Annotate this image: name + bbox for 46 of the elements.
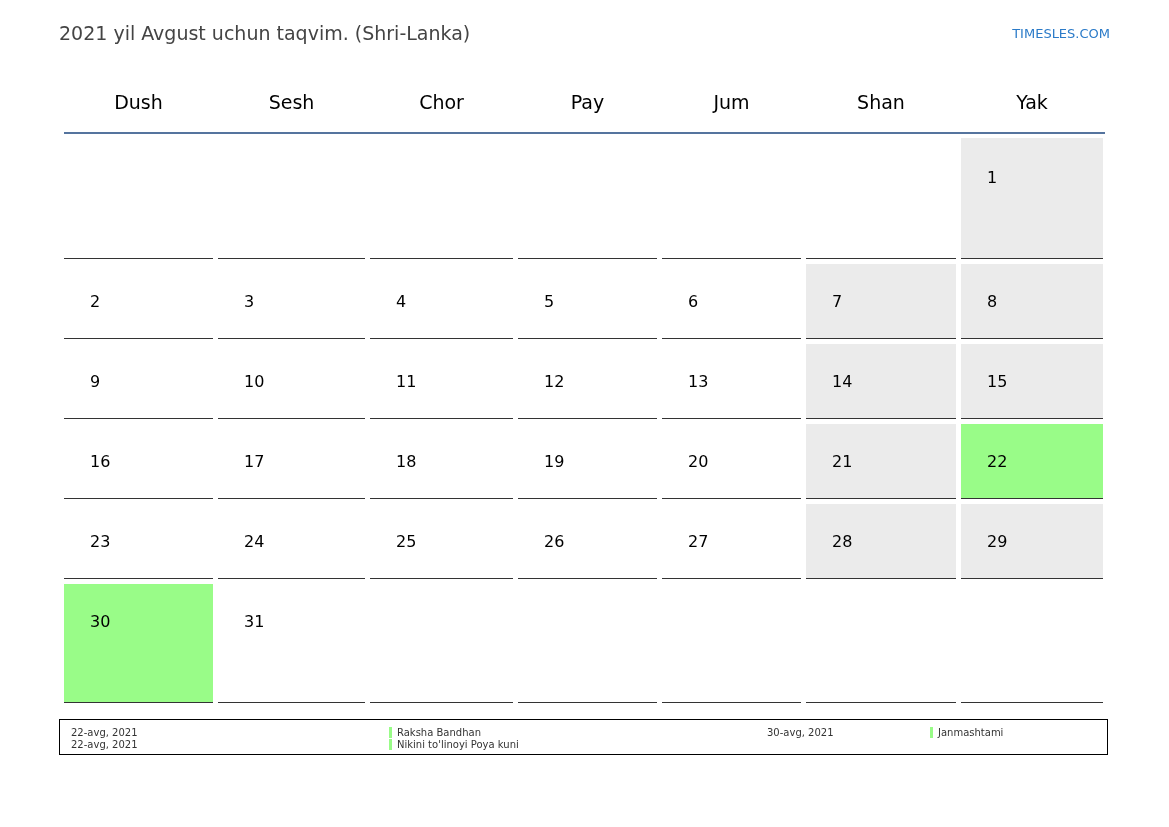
- holiday-date: 22-avg, 2021: [71, 727, 139, 738]
- day-number: 16: [90, 452, 111, 471]
- holiday-date: 30-avg, 2021: [767, 727, 835, 738]
- day-number: 31: [244, 612, 265, 631]
- day-number: 12: [544, 372, 565, 391]
- day-number: 18: [396, 452, 417, 471]
- site-link[interactable]: TIMESLES.COM: [1012, 25, 1110, 41]
- day-number: 19: [544, 452, 565, 471]
- holiday-name: Janmashtami: [938, 727, 1004, 738]
- weekday-header: Dush: [113, 91, 164, 115]
- day-number: 14: [832, 372, 853, 391]
- weekday-header: Jum: [711, 91, 751, 115]
- weekday-header: Sesh: [267, 91, 316, 115]
- day-number: 24: [244, 532, 265, 551]
- day-number: 17: [244, 452, 265, 471]
- day-number: 21: [832, 452, 853, 471]
- day-number: 11: [396, 372, 417, 391]
- day-number: 3: [244, 292, 255, 311]
- day-number: 4: [396, 292, 407, 311]
- weekday-header: Pay: [569, 91, 606, 115]
- calendar-title: 2021 yil Avgust uchun taqvim. (Shri-Lanka): [59, 22, 471, 44]
- day-number: 9: [90, 372, 101, 391]
- day-number: 30: [90, 612, 111, 631]
- day-number: 22: [987, 452, 1008, 471]
- day-number: 6: [688, 292, 699, 311]
- day-number: 10: [244, 372, 265, 391]
- holiday-date: 22-avg, 2021: [71, 739, 139, 750]
- day-number: 2: [90, 292, 101, 311]
- day-number: 1: [987, 168, 998, 187]
- day-number: 8: [987, 292, 998, 311]
- holiday-name: Nikini to'linoyi Poya kuni: [397, 739, 519, 750]
- day-number: 15: [987, 372, 1008, 391]
- day-number: 20: [688, 452, 709, 471]
- day-number: 26: [544, 532, 565, 551]
- day-number: 29: [987, 532, 1008, 551]
- weekday-header: Yak: [1015, 91, 1049, 115]
- day-number: 7: [832, 292, 843, 311]
- day-number: 25: [396, 532, 417, 551]
- weekday-header: Shan: [856, 91, 906, 115]
- day-number: 5: [544, 292, 555, 311]
- day-number: 28: [832, 532, 853, 551]
- day-number: 13: [688, 372, 709, 391]
- day-number: 27: [688, 532, 709, 551]
- holiday-name: Raksha Bandhan: [397, 727, 481, 738]
- day-number: 23: [90, 532, 111, 551]
- weekday-header: Chor: [418, 91, 465, 115]
